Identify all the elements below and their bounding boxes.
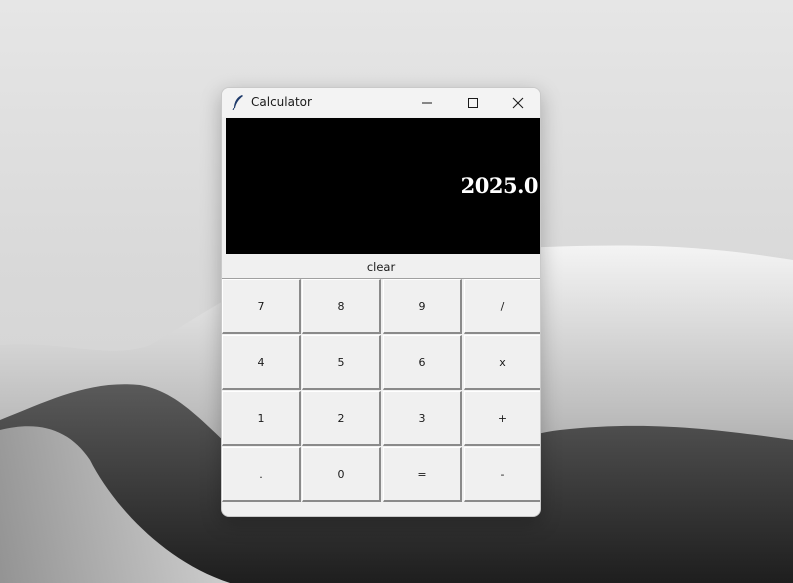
display-value: 2025.0 — [460, 173, 539, 198]
key-divide[interactable]: / — [464, 279, 540, 334]
key-2[interactable]: 2 — [302, 391, 381, 446]
key-0[interactable]: 0 — [302, 447, 381, 502]
key-minus[interactable]: - — [464, 447, 540, 502]
key-9[interactable]: 9 — [383, 279, 462, 334]
key-3[interactable]: 3 — [383, 391, 462, 446]
key-equals[interactable]: = — [383, 447, 462, 502]
key-4[interactable]: 4 — [222, 335, 301, 390]
key-decimal[interactable]: . — [222, 447, 301, 502]
key-5[interactable]: 5 — [302, 335, 381, 390]
calculator-window: Calculator 2025.0 clear 7 8 9 / 4 5 6 x … — [221, 87, 541, 517]
key-1[interactable]: 1 — [222, 391, 301, 446]
result-display: 2025.0 — [226, 118, 540, 254]
key-8[interactable]: 8 — [302, 279, 381, 334]
title-bar[interactable]: Calculator — [222, 88, 540, 117]
key-6[interactable]: 6 — [383, 335, 462, 390]
minimize-icon — [422, 102, 432, 103]
close-icon — [512, 97, 524, 108]
keypad: 7 8 9 / 4 5 6 x 1 2 3 + . 0 = - — [222, 279, 540, 503]
key-plus[interactable]: + — [464, 391, 540, 446]
feather-icon — [232, 95, 243, 110]
desktop: Calculator 2025.0 clear 7 8 9 / 4 5 6 x … — [0, 0, 793, 583]
maximize-button[interactable] — [450, 88, 496, 117]
maximize-icon — [468, 97, 478, 108]
key-7[interactable]: 7 — [222, 279, 301, 334]
key-multiply[interactable]: x — [464, 335, 540, 390]
window-title: Calculator — [251, 95, 312, 109]
clear-button[interactable]: clear — [222, 255, 540, 279]
close-button[interactable] — [495, 88, 540, 117]
window-bottom-border — [222, 503, 540, 516]
minimize-button[interactable] — [404, 88, 450, 117]
